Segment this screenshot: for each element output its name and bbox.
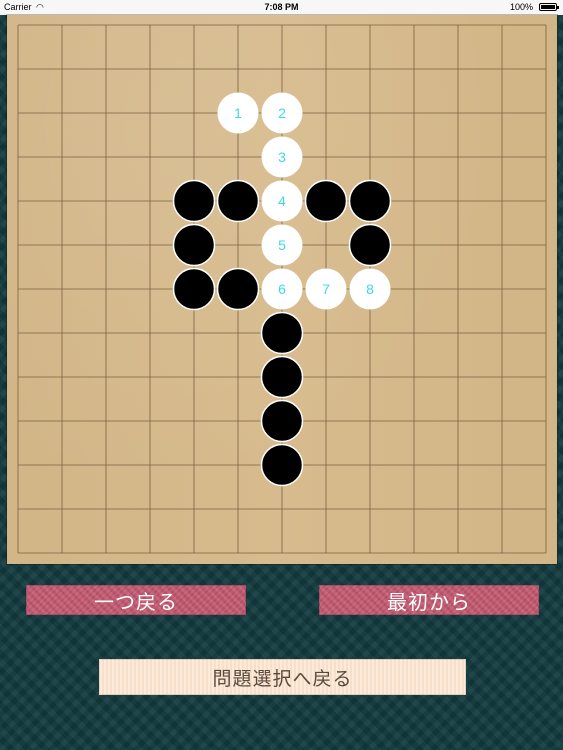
black-stone [172,179,216,223]
undo-button-label: 一つ戻る [94,589,178,614]
black-stone [172,267,216,311]
black-stone [260,399,304,443]
move-number-label: 7 [322,281,330,297]
move-number-label: 4 [278,193,286,209]
black-stone [348,223,392,267]
move-number-label: 8 [366,281,374,297]
black-stone [260,355,304,399]
move-number-label: 5 [278,237,286,253]
black-stone [260,311,304,355]
restart-button-label: 最初から [387,589,471,614]
battery-icon [539,3,559,11]
status-time: 7:08 PM [264,2,299,12]
restart-button[interactable]: 最初から [319,585,539,615]
board-grid[interactable]: 1 2 3 4 5 6 7 8 [7,15,557,564]
battery-percent: 100% [509,2,533,12]
black-stone [216,267,260,311]
back-to-problem-select-label: 問題選択へ戻る [212,667,353,690]
move-number-label: 1 [234,105,242,121]
black-stone [348,179,392,223]
black-stone [216,179,260,223]
gomoku-board[interactable]: 1 2 3 4 5 6 7 8 [7,15,557,564]
back-to-problem-select-button[interactable]: 問題選択へ戻る [99,659,466,695]
black-stone [304,179,348,223]
move-number-label: 2 [278,105,286,121]
undo-button[interactable]: 一つ戻る [26,585,246,615]
move-number-label: 6 [278,281,286,297]
black-stone [172,223,216,267]
black-stone [260,443,304,487]
move-number-label: 3 [278,149,286,165]
status-bar: Carrier ◠ 7:08 PM 100% [0,0,563,15]
